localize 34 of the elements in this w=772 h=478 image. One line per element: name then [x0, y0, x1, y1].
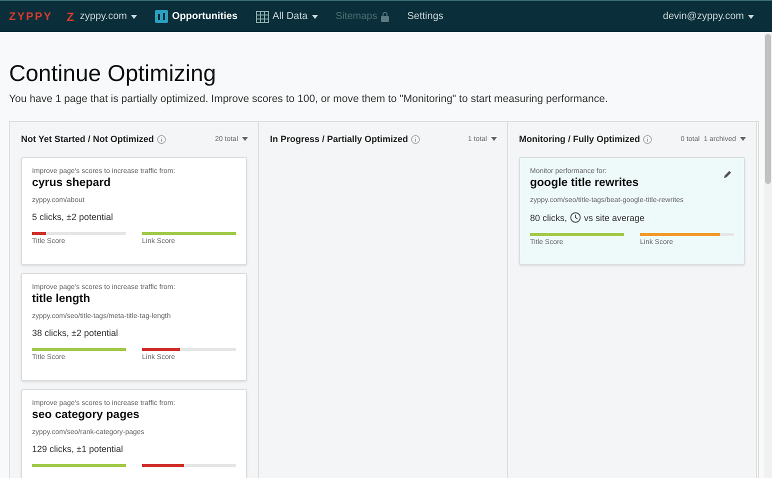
- lock-icon: [381, 12, 390, 22]
- caret-icon[interactable]: [242, 137, 248, 141]
- caret-icon[interactable]: [740, 137, 746, 141]
- site-dropdown[interactable]: Z zyppy.com: [66, 10, 137, 24]
- page-heading: Continue Optimizing: [9, 60, 218, 87]
- info-icon: [411, 134, 420, 144]
- clicks-metric: 5 clicks, ±2 potential: [32, 212, 113, 222]
- table-icon: [256, 10, 269, 22]
- caret-icon[interactable]: [491, 137, 497, 141]
- card-title: cyrus shepard: [32, 177, 112, 189]
- card-title: seo category pages: [32, 409, 140, 421]
- scrollbar-thumb[interactable]: [765, 34, 771, 184]
- clicks-metric: 80 clicks,: [530, 212, 568, 222]
- card-title: title length: [32, 293, 92, 305]
- column-title: Monitoring / Fully Optimized: [519, 134, 640, 144]
- scrollbar[interactable]: [764, 32, 772, 478]
- chart-icon: [154, 10, 168, 23]
- info-icon: [156, 134, 166, 144]
- comparison-label: vs site average: [584, 212, 645, 222]
- column-title: Not Yet Started / Not Optimized: [21, 134, 154, 144]
- nav-link[interactable]: All Data: [256, 10, 318, 22]
- clicks-metric: 38 clicks, ±2 potential: [32, 328, 118, 338]
- card-title: google title rewrites: [530, 177, 640, 189]
- column-title: In Progress / Partially Optimized: [270, 134, 408, 144]
- user-menu[interactable]: devin@zyppy.com: [662, 11, 754, 22]
- clicks-metric: 129 clicks, ±1 potential: [32, 444, 123, 454]
- page-subtitle: You have 1 page that is partially optimized. Improve scores to 100, or move them to "Monitoring" to start measuring performance.: [9, 93, 609, 105]
- nav-link[interactable]: Settings: [407, 11, 444, 22]
- info-icon: [643, 134, 652, 144]
- nav-link[interactable]: Opportunities: [154, 10, 238, 23]
- caret-icon: [748, 14, 754, 18]
- clock-icon: [570, 212, 582, 223]
- pencil-icon[interactable]: [723, 170, 732, 179]
- caret-icon: [130, 14, 137, 18]
